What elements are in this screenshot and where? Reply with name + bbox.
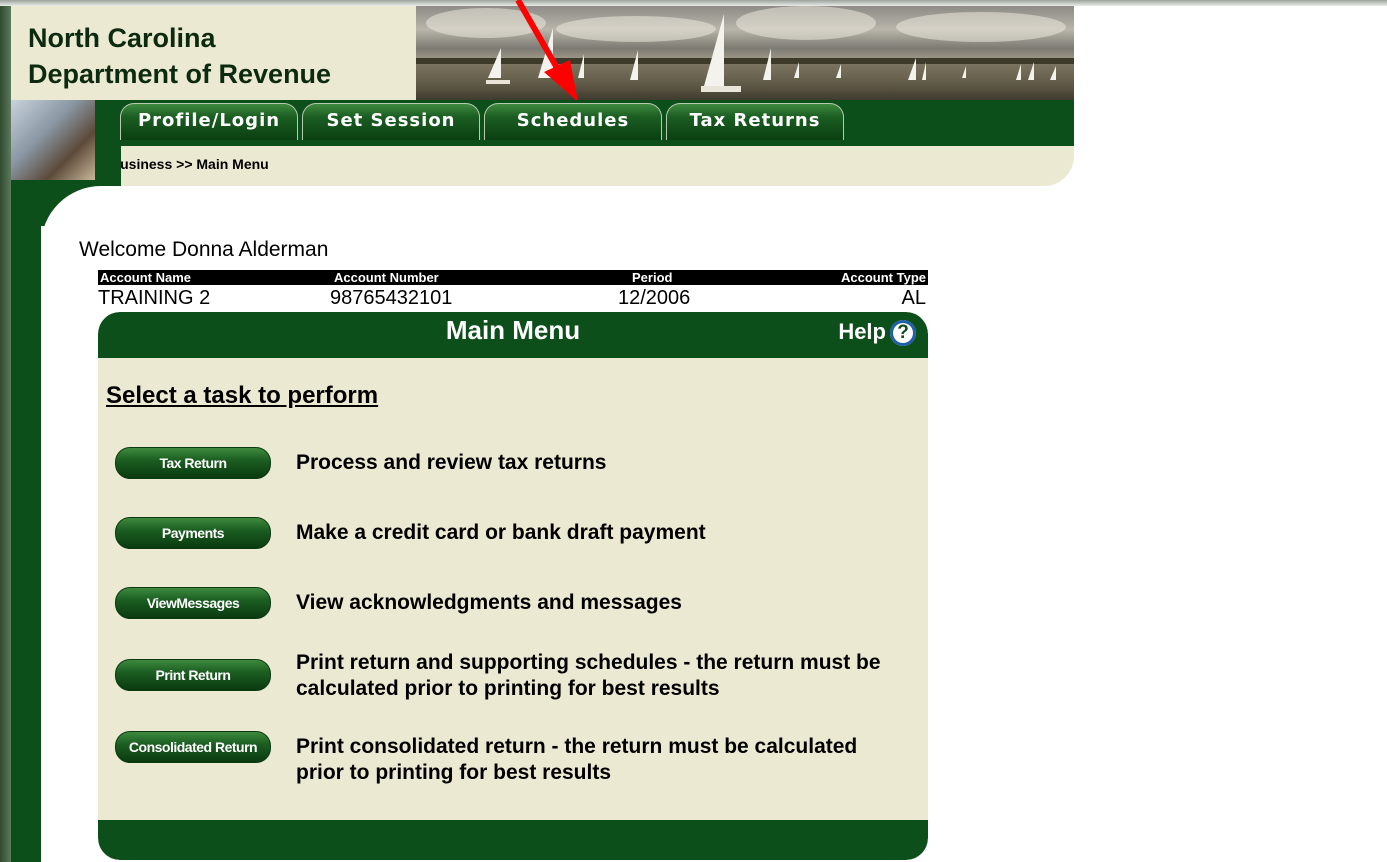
body-frame-left [11, 180, 41, 862]
task-desc-line: Process and review tax returns [296, 451, 607, 474]
account-table-row: TRAINING 2 98765432101 12/2006 AL [98, 286, 928, 310]
site-title-line2: Department of Revenue [28, 59, 332, 89]
site-title-line1: North Carolina [28, 23, 216, 53]
view-messages-description: View acknowledgments and messages [296, 590, 926, 616]
window-frame-left [0, 0, 11, 862]
tax-return-button[interactable]: Tax Return [115, 447, 271, 479]
account-name-header: Account Name [100, 270, 192, 285]
site-title: North Carolina Department of Revenue [28, 20, 331, 92]
help-link[interactable]: Help? [838, 316, 916, 348]
tax-return-description: Process and review tax returns [296, 450, 926, 476]
period-value: 12/2006 [618, 287, 691, 309]
tab-schedules[interactable]: Schedules [484, 103, 662, 140]
breadcrumb: Business >> Main Menu [110, 156, 269, 172]
main-menu-footer [98, 820, 928, 860]
help-label: Help [838, 319, 886, 344]
tab-tax-returns[interactable]: Tax Returns [666, 103, 844, 140]
task-desc-line: calculated prior to printing for best re… [296, 677, 720, 700]
task-desc-line: Make a credit card or bank draft payment [296, 521, 706, 544]
payments-button[interactable]: Payments [115, 517, 271, 549]
account-type-header: Account Type [841, 270, 926, 285]
task-desc-line: Print consolidated return - the return m… [296, 735, 858, 758]
tab-set-session[interactable]: Set Session [302, 103, 480, 140]
task-desc-line: prior to printing for best results [296, 761, 612, 784]
account-table-header: Account Name Account Number Period Accou… [98, 270, 928, 285]
annotation-arrow-icon [515, 0, 578, 100]
consolidated-return-button[interactable]: Consolidated Return [115, 731, 271, 763]
people-photo [11, 100, 95, 180]
print-return-button[interactable]: Print Return [115, 659, 271, 691]
main-menu-title: Main Menu [445, 315, 581, 345]
task-desc-line: View acknowledgments and messages [296, 591, 682, 614]
main-menu-panel: Main Menu Help? Select a task to perform… [98, 312, 928, 860]
task-desc-line: Print return and supporting schedules - … [296, 651, 881, 674]
main-menu-header: Main Menu Help? [98, 312, 928, 358]
welcome-message: Welcome Donna Alderman [79, 238, 329, 261]
select-task-heading: Select a task to perform [106, 382, 379, 409]
period-header: Period [632, 270, 673, 285]
help-icon[interactable]: ? [890, 320, 916, 347]
account-number-header: Account Number [334, 270, 439, 285]
payments-description: Make a credit card or bank draft payment [296, 520, 926, 546]
account-name-value: TRAINING 2 [98, 287, 211, 309]
view-messages-button[interactable]: ViewMessages [115, 587, 271, 619]
account-number-value: 98765432101 [330, 287, 453, 309]
account-type-value: AL [901, 287, 926, 309]
tab-profile-login[interactable]: Profile/Login [120, 103, 298, 140]
consolidated-return-description: Print consolidated return - the return m… [296, 734, 926, 786]
print-return-description: Print return and supporting schedules - … [296, 650, 926, 702]
